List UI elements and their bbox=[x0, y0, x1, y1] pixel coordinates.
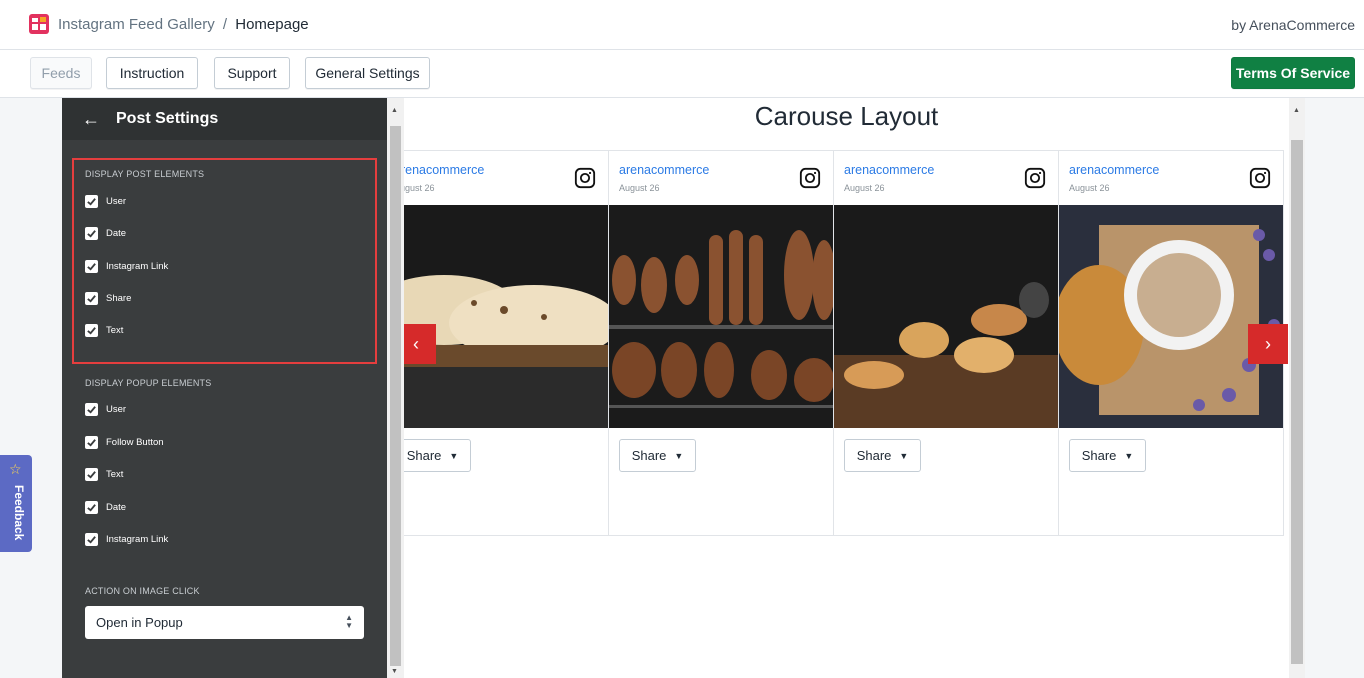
post-elements-title: DISPLAY POST ELEMENTS bbox=[85, 169, 205, 179]
action-select-value: Open in Popup bbox=[96, 615, 183, 630]
carousel-prev-button[interactable]: ‹ bbox=[404, 324, 436, 364]
checkbox-checked-icon[interactable] bbox=[85, 403, 98, 416]
post-checkbox-instagram-link[interactable]: Instagram Link bbox=[85, 259, 169, 273]
card-photo[interactable] bbox=[404, 205, 608, 428]
popup-checkbox-text[interactable]: Text bbox=[85, 468, 123, 481]
instagram-icon[interactable] bbox=[1249, 167, 1271, 189]
action-bar: Feeds Instruction Instruction Support Ge… bbox=[0, 50, 1364, 98]
instagram-icon[interactable] bbox=[799, 167, 821, 189]
preview-title: Carouse Layout bbox=[754, 101, 939, 131]
popup-checkbox-user[interactable]: User bbox=[85, 403, 126, 416]
star-icon: ☆ bbox=[9, 461, 22, 477]
checkbox-checked-icon[interactable] bbox=[85, 227, 98, 241]
popup-elements-title: DISPLAY POPUP ELEMENTS bbox=[85, 378, 212, 388]
feed-card: arenacommerce August 26 Share ▼ bbox=[834, 150, 1059, 536]
instruction-button-main[interactable]: Instruction bbox=[106, 57, 198, 89]
caret-down-icon: ▼ bbox=[674, 450, 684, 461]
feedback-label: Feedback bbox=[12, 485, 26, 541]
share-button[interactable]: Share ▼ bbox=[1069, 439, 1146, 472]
card-photo[interactable] bbox=[1059, 205, 1283, 428]
panel-scroll-thumb[interactable] bbox=[390, 126, 401, 666]
popup-checkbox-follow-button[interactable]: Follow Button bbox=[85, 435, 164, 449]
layout-preview: Carouse Layout arenacommerce August 26 Sha… bbox=[404, 98, 1289, 678]
post-checkbox-date[interactable]: Date bbox=[85, 227, 127, 241]
scroll-up-icon[interactable]: ▲ bbox=[1293, 107, 1300, 114]
checkbox-label: Instagram Link bbox=[106, 534, 169, 545]
checkbox-label: Text bbox=[106, 325, 124, 337]
checkbox-label: Share bbox=[106, 292, 132, 304]
checkbox-checked-icon[interactable] bbox=[85, 259, 98, 273]
post-checkbox-user[interactable]: User bbox=[85, 195, 126, 208]
caret-down-icon: ▼ bbox=[449, 450, 459, 461]
share-label: Share bbox=[1081, 448, 1117, 463]
share-button[interactable]: Share ▼ bbox=[619, 439, 696, 472]
app-logo-icon bbox=[29, 14, 49, 34]
share-button[interactable]: Share ▼ bbox=[844, 439, 921, 472]
popup-checkbox-date[interactable]: Date bbox=[85, 500, 127, 514]
select-arrows-icon: ▲ ▼ bbox=[345, 613, 353, 630]
checkbox-checked-icon[interactable] bbox=[85, 291, 98, 305]
instagram-icon[interactable] bbox=[574, 167, 596, 189]
card-username[interactable]: arenacommerce bbox=[404, 163, 484, 177]
feeds-button[interactable]: Feeds bbox=[30, 57, 92, 89]
terms-of-service-button[interactable]: Terms Of Service bbox=[1231, 57, 1355, 89]
carousel-track: arenacommerceAugust 26Share▼arenacommerc… bbox=[404, 150, 1284, 536]
card-date: August 26 bbox=[1069, 183, 1110, 193]
checkbox-label: Date bbox=[106, 228, 127, 240]
post-checkbox-text[interactable]: Text bbox=[85, 324, 124, 338]
instagram-icon[interactable] bbox=[1024, 167, 1046, 189]
breadcrumb-app[interactable]: Instagram Feed Gallery bbox=[58, 16, 215, 33]
card-username[interactable]: arenacommerce bbox=[619, 163, 709, 177]
carousel-next-button[interactable]: › bbox=[1248, 324, 1288, 364]
checkbox-checked-icon[interactable] bbox=[85, 468, 98, 481]
share-label: Share bbox=[406, 448, 442, 463]
checkbox-label: User bbox=[106, 404, 127, 415]
share-button[interactable]: Share ▼ bbox=[404, 439, 471, 472]
share-label: Share bbox=[856, 448, 892, 463]
post-settings-panel: ← Post Settings DISPLAY POST ELEMENTS Us… bbox=[62, 98, 387, 678]
checkbox-label: Instagram Link bbox=[106, 260, 169, 272]
card-date: August 26 bbox=[404, 183, 435, 193]
panel-scrollbar[interactable]: ▲ ▼ bbox=[387, 98, 404, 678]
checkbox-label: User bbox=[106, 196, 127, 207]
card-date: August 26 bbox=[619, 183, 660, 193]
top-bar: Instagram Feed Gallery / Homepage by Are… bbox=[0, 0, 1364, 50]
panel-header: ← Post Settings bbox=[62, 98, 387, 140]
action-click-title: ACTION ON IMAGE CLICK bbox=[85, 586, 200, 596]
breadcrumb: Instagram Feed Gallery / Homepage bbox=[58, 16, 309, 33]
card-username[interactable]: arenacommerce bbox=[1069, 163, 1159, 177]
popup-checkbox-instagram-link[interactable]: Instagram Link bbox=[85, 533, 168, 546]
preview-scrollbar[interactable]: ▲ bbox=[1289, 98, 1305, 678]
checkbox-checked-icon[interactable] bbox=[85, 195, 98, 208]
checkbox-label: Text bbox=[106, 469, 124, 480]
checkbox-checked-icon[interactable] bbox=[85, 533, 98, 546]
scroll-down-icon[interactable]: ▼ bbox=[391, 668, 398, 675]
support-button[interactable]: Support bbox=[214, 57, 290, 89]
breadcrumb-separator: / bbox=[222, 16, 228, 33]
checkbox-label: Follow Button bbox=[106, 436, 164, 448]
feedback-tab[interactable]: ☆ Feedback bbox=[0, 455, 32, 552]
caret-down-icon: ▼ bbox=[1124, 450, 1134, 461]
general-settings-button[interactable]: General Settings bbox=[305, 57, 430, 89]
byline: by ArenaCommerce bbox=[1231, 17, 1355, 33]
card-photo[interactable] bbox=[609, 205, 833, 428]
back-arrow-icon[interactable]: ← bbox=[82, 109, 116, 130]
caret-down-icon: ▼ bbox=[899, 450, 909, 461]
breadcrumb-page: Homepage bbox=[235, 16, 309, 33]
panel-title: Post Settings bbox=[116, 110, 219, 127]
checkbox-checked-icon[interactable] bbox=[85, 435, 98, 449]
checkbox-checked-icon[interactable] bbox=[85, 500, 98, 514]
card-username[interactable]: arenacommerce bbox=[844, 163, 934, 177]
preview-scroll-thumb[interactable] bbox=[1291, 140, 1303, 664]
card-photo[interactable] bbox=[834, 205, 1058, 428]
checkbox-label: Date bbox=[106, 501, 127, 513]
post-checkbox-share[interactable]: Share bbox=[85, 291, 132, 305]
action-select[interactable]: Open in Popup ▲ ▼ bbox=[85, 606, 364, 639]
scroll-up-icon[interactable]: ▲ bbox=[391, 107, 398, 114]
checkbox-checked-icon[interactable] bbox=[85, 324, 98, 338]
share-label: Share bbox=[631, 448, 667, 463]
feed-card: arenacommerce August 26 Share ▼ bbox=[609, 150, 834, 536]
card-date: August 26 bbox=[844, 183, 885, 193]
